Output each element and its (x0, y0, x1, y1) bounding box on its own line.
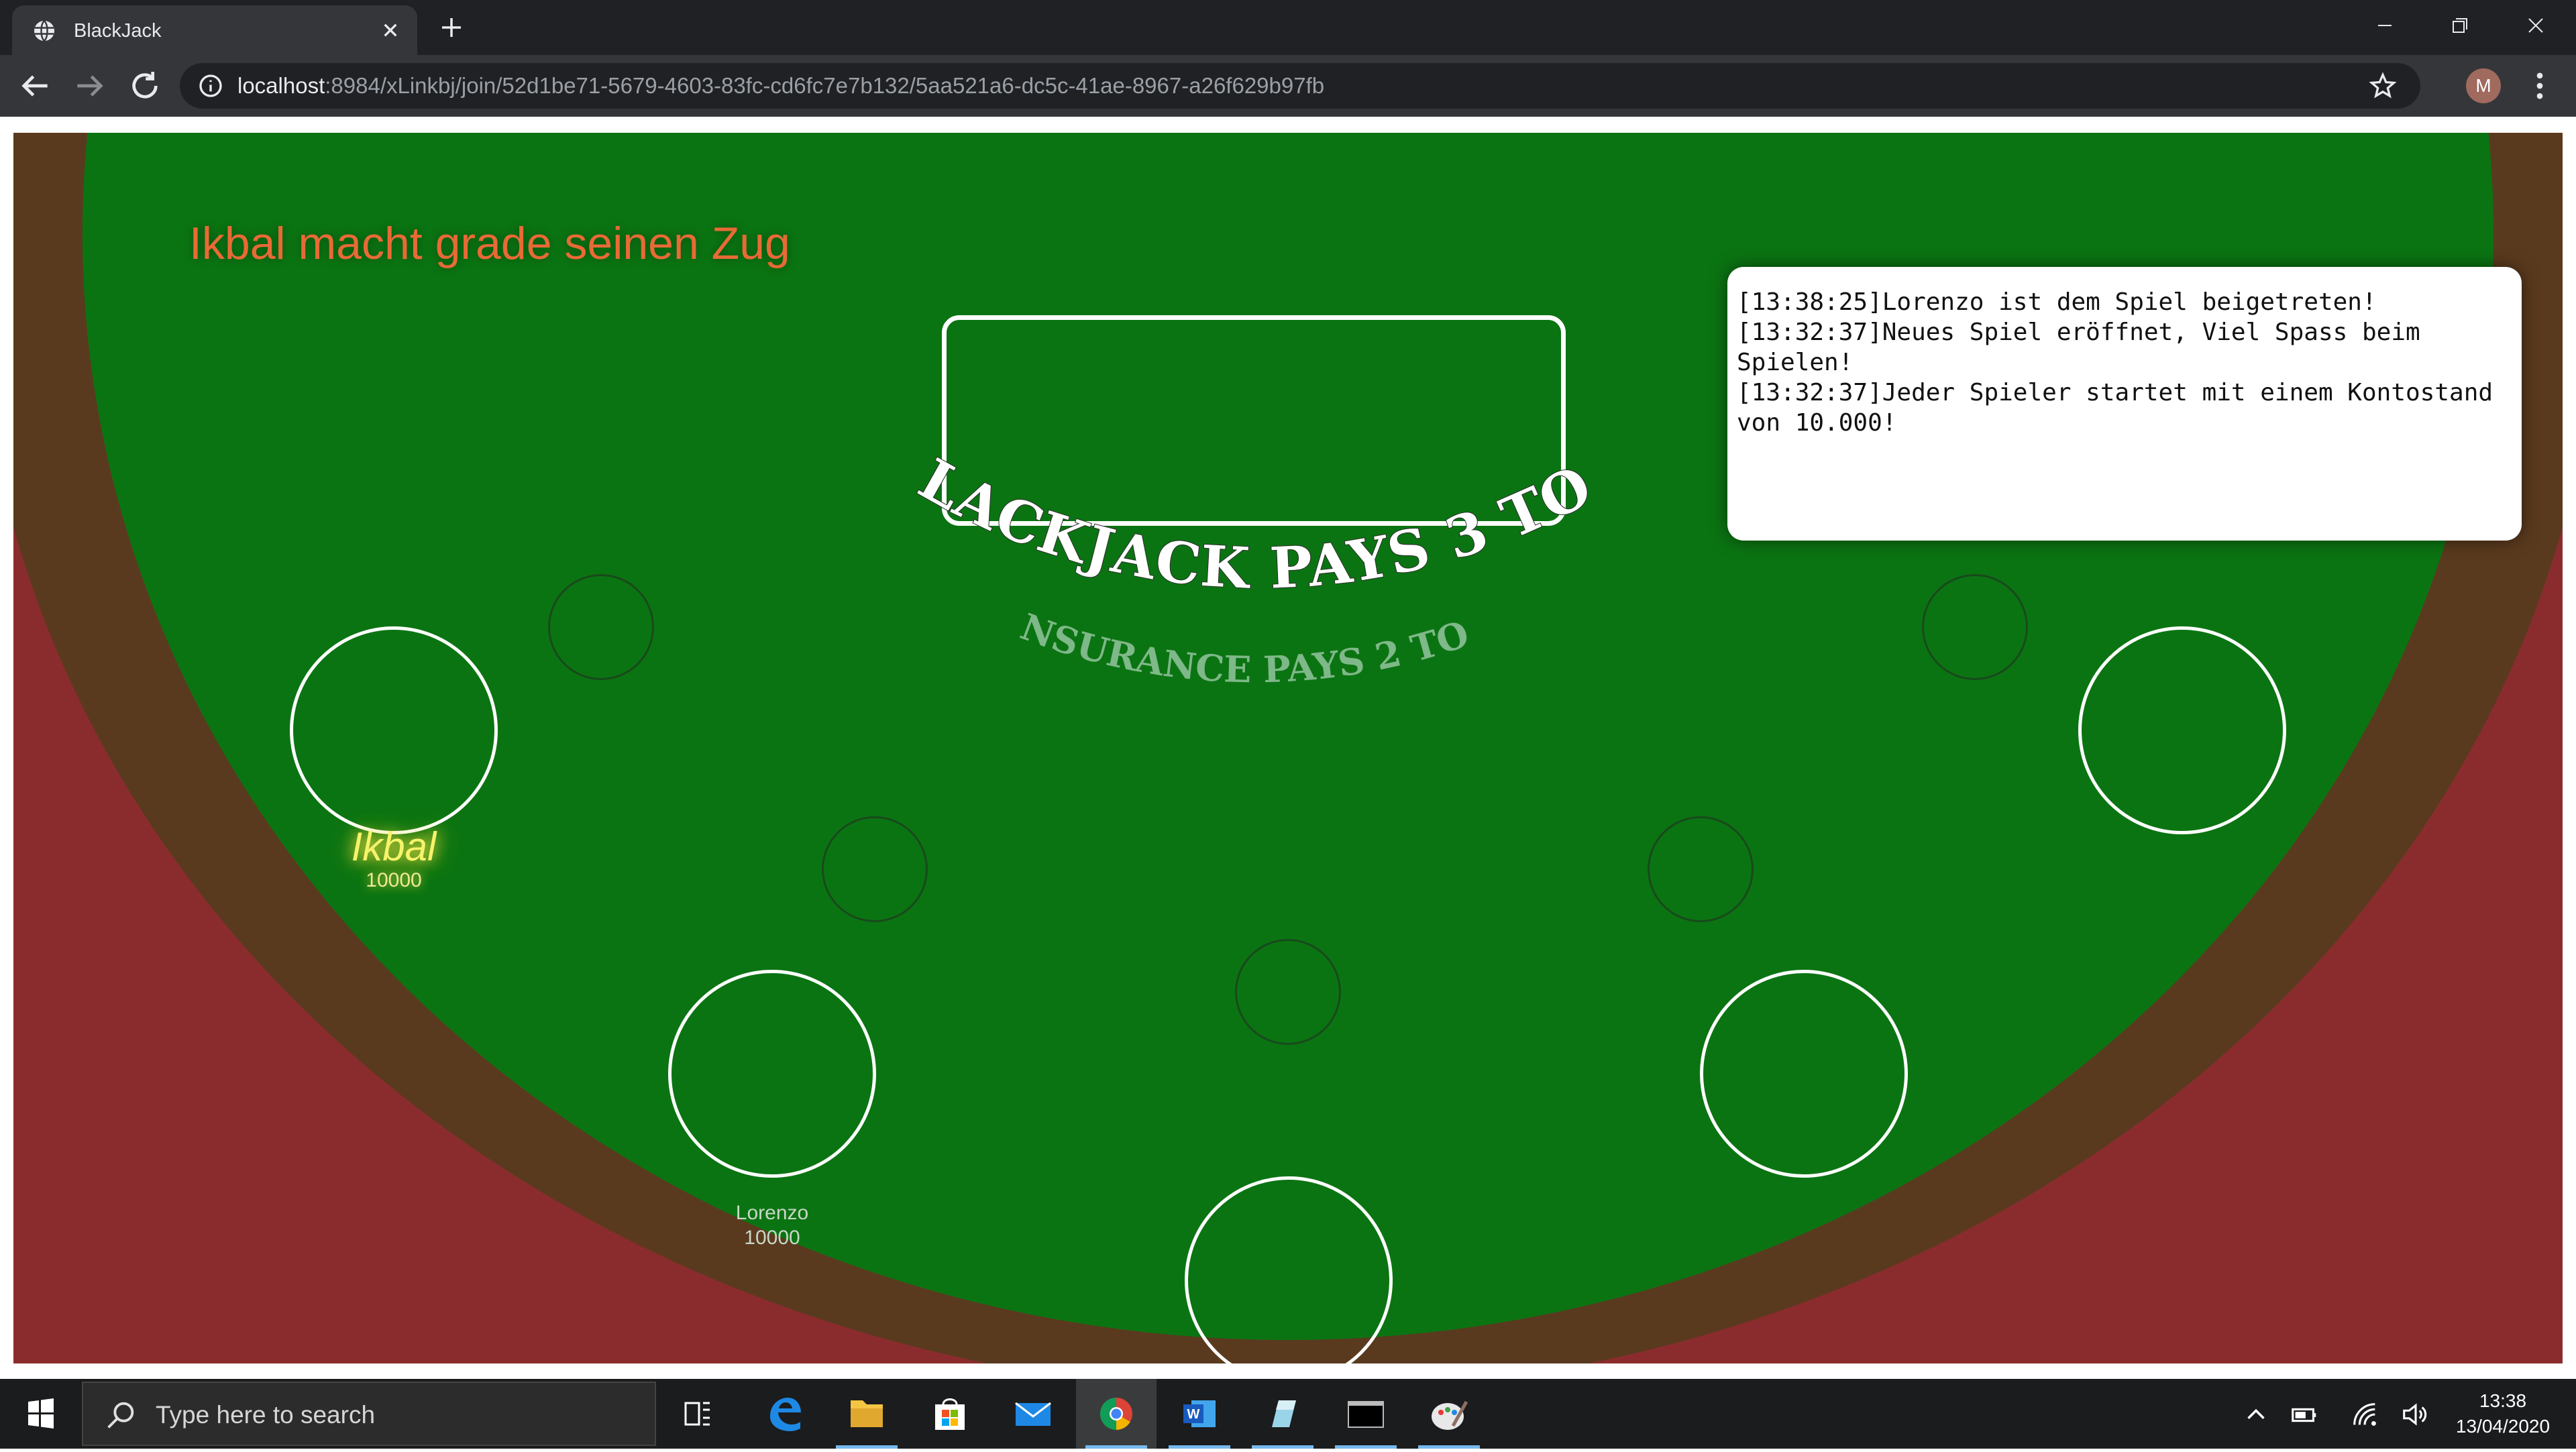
close-window-icon[interactable] (2499, 7, 2573, 44)
taskbar-app-paint[interactable] (1409, 1379, 1489, 1449)
volume-icon[interactable] (2400, 1399, 2431, 1430)
player-balance: 10000 (366, 869, 422, 891)
site-info-icon[interactable] (197, 72, 224, 99)
player-balance: 10000 (744, 1227, 800, 1249)
player-seat[interactable] (1700, 970, 1908, 1178)
more-menu-icon[interactable] (2522, 68, 2557, 103)
running-indicator (1418, 1445, 1480, 1449)
taskbar-app-editor[interactable] (1242, 1379, 1323, 1449)
new-tab-plus-icon[interactable] (437, 13, 466, 42)
svg-text:W: W (1187, 1407, 1200, 1422)
browser-tab[interactable]: BlackJack (12, 5, 417, 55)
taskbar-app-mail[interactable] (993, 1379, 1073, 1449)
edge-browser-icon (770, 1398, 801, 1431)
paint-icon (1432, 1400, 1468, 1430)
taskbar-app-store[interactable] (910, 1379, 990, 1449)
player-name: Ikbal (351, 824, 437, 869)
bookmark-star-icon[interactable] (2368, 71, 2398, 101)
task-view-button[interactable] (657, 1379, 738, 1449)
address-bar[interactable]: localhost:8984/xLinkbj/join/52d1be71-567… (180, 63, 2420, 109)
windows-taskbar: Type here to search W 13:38 13/04/2020 (0, 1379, 2576, 1449)
tab-title: BlackJack (74, 20, 162, 42)
blackjack-pays-text: BLACKJACK PAYS 3 TO 2 (13, 133, 1621, 602)
clock-date: 13/04/2020 (2455, 1416, 2551, 1437)
running-indicator (1169, 1445, 1230, 1449)
taskbar-search[interactable]: Type here to search (82, 1382, 656, 1446)
forward-arrow-icon[interactable] (71, 67, 109, 105)
terminal-icon (1348, 1401, 1384, 1428)
close-tab-icon[interactable] (377, 17, 404, 44)
url-text: localhost:8984/xLinkbj/join/52d1be71-567… (237, 74, 1324, 98)
running-indicator (1085, 1445, 1147, 1449)
bet-spot[interactable] (1235, 939, 1341, 1045)
file-explorer-icon (851, 1400, 883, 1427)
taskbar-app-chrome[interactable] (1076, 1379, 1157, 1449)
bet-spot[interactable] (1922, 574, 2028, 680)
url-path: :8984/xLinkbj/join/52d1be71-5679-4603-83… (325, 73, 1325, 98)
player-seat[interactable] (290, 626, 498, 834)
running-indicator (836, 1445, 898, 1449)
player-seat[interactable] (668, 970, 876, 1178)
browser-toolbar: localhost:8984/xLinkbj/join/52d1be71-567… (0, 55, 2576, 117)
globe-icon (34, 20, 54, 42)
player-label: Lorenzo 10000 (672, 1200, 873, 1250)
clock-time: 13:38 (2479, 1390, 2527, 1411)
search-placeholder: Type here to search (156, 1401, 376, 1429)
blackjack-table: Ikbal macht grade seinen Zug [13:38:25]L… (13, 133, 2563, 1363)
minimize-window-icon[interactable] (2348, 7, 2422, 44)
taskbar-app-edge[interactable] (743, 1379, 824, 1449)
editor-app-icon (1272, 1400, 1296, 1427)
search-icon (107, 1402, 134, 1429)
taskbar-app-word[interactable]: W (1159, 1379, 1240, 1449)
insurance-pays-text: INSURANCE PAYS 2 TO 1 (13, 133, 1474, 691)
web-page: Ikbal macht grade seinen Zug [13:38:25]L… (0, 117, 2576, 1378)
store-icon (935, 1398, 965, 1430)
bet-spot[interactable] (822, 816, 928, 922)
player-seat[interactable] (2078, 626, 2286, 834)
running-indicator (1252, 1445, 1313, 1449)
word-icon: W (1183, 1400, 1216, 1427)
windows-start-icon[interactable] (0, 1379, 80, 1449)
player-name: Lorenzo (735, 1202, 809, 1224)
wifi-icon[interactable] (2349, 1399, 2380, 1430)
task-view-icon (684, 1402, 710, 1426)
browser-tab-bar: BlackJack (0, 0, 2576, 55)
taskbar-app-terminal[interactable] (1326, 1379, 1406, 1449)
restore-window-icon[interactable] (2422, 7, 2496, 44)
taskbar-app-explorer[interactable] (826, 1379, 907, 1449)
profile-avatar[interactable]: M (2466, 68, 2501, 103)
chrome-icon (1099, 1398, 1132, 1431)
back-arrow-icon[interactable] (16, 67, 54, 105)
battery-icon[interactable] (2289, 1399, 2320, 1430)
player-label-active: Ikbal 10000 (293, 825, 494, 892)
running-indicator (1335, 1445, 1397, 1449)
bet-spot[interactable] (1648, 816, 1754, 922)
reload-icon[interactable] (126, 67, 164, 105)
system-clock[interactable]: 13:38 13/04/2020 (2432, 1388, 2573, 1439)
bet-spot[interactable] (548, 574, 654, 680)
url-host: localhost (237, 73, 325, 98)
show-hidden-icons-chevron-icon[interactable] (2241, 1399, 2271, 1430)
mail-icon (1015, 1402, 1051, 1426)
